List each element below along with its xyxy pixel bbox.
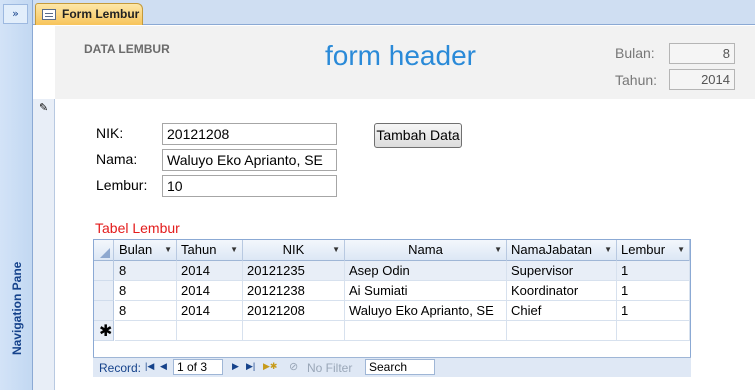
table-row[interactable]: 8 2014 20121238 Ai Sumiati Koordinator 1 (94, 281, 690, 301)
row-selector[interactable] (94, 281, 114, 301)
new-record-row[interactable]: ✱ (94, 321, 690, 341)
cell-namajabatan[interactable]: Chief (507, 301, 617, 321)
navigation-pane[interactable]: » Navigation Pane (0, 0, 33, 390)
datasheet-header: Bulan ▼ Tahun ▼ NIK ▼ Nama ▼ NamaJabatan ▼ Le… (94, 240, 690, 261)
cell-nama[interactable]: Waluyo Eko Aprianto, SE (345, 301, 507, 321)
column-header-label: Lembur (621, 242, 666, 257)
bulan-label: Bulan: (615, 45, 655, 61)
column-header-label: Tahun (181, 242, 217, 257)
cell-namajabatan[interactable]: Koordinator (507, 281, 617, 301)
column-header-label: Nama (408, 242, 443, 257)
cell-tahun[interactable]: 2014 (177, 301, 243, 321)
column-header-namajabatan[interactable]: NamaJabatan ▼ (507, 240, 617, 261)
form-header-title: form header (325, 40, 476, 71)
dropdown-arrow-icon[interactable]: ▼ (677, 240, 685, 260)
search-input[interactable]: Search (365, 359, 435, 375)
row-selector[interactable] (94, 301, 114, 321)
cell-tahun[interactable] (177, 321, 243, 341)
column-header-nama[interactable]: Nama ▼ (345, 240, 507, 261)
dropdown-arrow-icon[interactable]: ▼ (494, 240, 502, 260)
dropdown-arrow-icon[interactable]: ▼ (332, 240, 340, 260)
table-row[interactable]: 8 2014 20121235 Asep Odin Supervisor 1 (94, 261, 690, 281)
cell-bulan[interactable]: 8 (115, 281, 177, 301)
row-selector[interactable] (94, 261, 114, 281)
tambah-data-button[interactable]: Tambah Data (374, 123, 462, 148)
cell-nama[interactable] (345, 321, 507, 341)
dropdown-arrow-icon[interactable]: ▼ (164, 240, 172, 260)
column-header-tahun[interactable]: Tahun ▼ (177, 240, 243, 261)
bulan-field[interactable]: 8 (669, 43, 735, 64)
next-record-icon[interactable]: ▶ (232, 361, 239, 372)
record-selector[interactable]: ✎ (33, 99, 55, 390)
column-header-label: Bulan (119, 242, 153, 257)
dropdown-arrow-icon[interactable]: ▼ (230, 240, 238, 260)
form-icon (42, 9, 56, 20)
column-header-bulan[interactable]: Bulan ▼ (115, 240, 177, 261)
cell-tahun[interactable]: 2014 (177, 261, 243, 281)
cell-namajabatan[interactable]: Supervisor (507, 261, 617, 281)
last-record-icon[interactable]: ▶| (246, 361, 255, 372)
record-navigation-bar: Record: |◀ ◀ 1 of 3 ▶ ▶| ▶✱ ⊘ No Filter … (93, 357, 691, 377)
select-all-button[interactable] (94, 240, 114, 261)
pencil-icon: ✎ (39, 101, 49, 114)
filter-icon: ⊘ (289, 361, 299, 373)
nav-pane-label[interactable]: Navigation Pane (10, 262, 24, 355)
record-position-field[interactable]: 1 of 3 (173, 359, 223, 375)
cell-bulan[interactable]: 8 (115, 301, 177, 321)
cell-lembur[interactable]: 1 (617, 261, 690, 281)
table-row[interactable]: 8 2014 20121208 Waluyo Eko Aprianto, SE … (94, 301, 690, 321)
lembur-field[interactable]: 10 (162, 175, 337, 197)
nav-pane-toggle-button[interactable]: » (3, 4, 28, 24)
cell-nik[interactable]: 20121208 (243, 301, 345, 321)
cell-lembur[interactable]: 1 (617, 281, 690, 301)
lembur-label: Lembur: (96, 177, 148, 193)
tahun-label: Tahun: (615, 72, 658, 88)
table-title: Tabel Lembur (95, 220, 180, 236)
cell-nik[interactable]: 20121235 (243, 261, 345, 281)
section-label: DATA LEMBUR (84, 42, 170, 56)
cell-namajabatan[interactable] (507, 321, 617, 341)
cell-nik[interactable]: 20121238 (243, 281, 345, 301)
row-selector[interactable]: ✱ (94, 321, 114, 341)
column-header-lembur[interactable]: Lembur ▼ (617, 240, 690, 261)
document-tab-strip: Form Lembur (33, 0, 755, 25)
nama-field[interactable]: Waluyo Eko Aprianto, SE (162, 149, 337, 171)
record-label: Record: (99, 361, 142, 375)
nama-label: Nama: (96, 151, 138, 167)
cell-nama[interactable]: Ai Sumiati (345, 281, 507, 301)
cell-tahun[interactable]: 2014 (177, 281, 243, 301)
cell-nik[interactable] (243, 321, 345, 341)
tahun-field[interactable]: 2014 (669, 69, 735, 90)
new-record-nav-icon[interactable]: ▶✱ (263, 361, 277, 372)
nik-field[interactable]: 20121208 (162, 123, 337, 145)
nik-label: NIK: (96, 125, 124, 141)
cell-bulan[interactable]: 8 (115, 261, 177, 281)
column-header-label: NamaJabatan (511, 242, 592, 257)
cell-nama[interactable]: Asep Odin (345, 261, 507, 281)
tab-form-lembur[interactable]: Form Lembur (35, 3, 143, 25)
cell-lembur[interactable]: 1 (617, 301, 690, 321)
previous-record-icon[interactable]: ◀ (160, 361, 167, 372)
tab-label: Form Lembur (62, 7, 140, 21)
column-header-label: NIK (282, 242, 305, 257)
cell-bulan[interactable] (115, 321, 177, 341)
form-header: DATA LEMBUR form header Bulan: 8 Tahun: … (55, 26, 755, 99)
dropdown-arrow-icon[interactable]: ▼ (604, 240, 612, 260)
no-filter-button[interactable]: No Filter (307, 361, 352, 375)
first-record-icon[interactable]: |◀ (145, 361, 154, 372)
cell-lembur[interactable] (617, 321, 690, 341)
column-header-nik[interactable]: NIK ▼ (243, 240, 345, 261)
new-record-icon: ✱ (99, 321, 113, 340)
